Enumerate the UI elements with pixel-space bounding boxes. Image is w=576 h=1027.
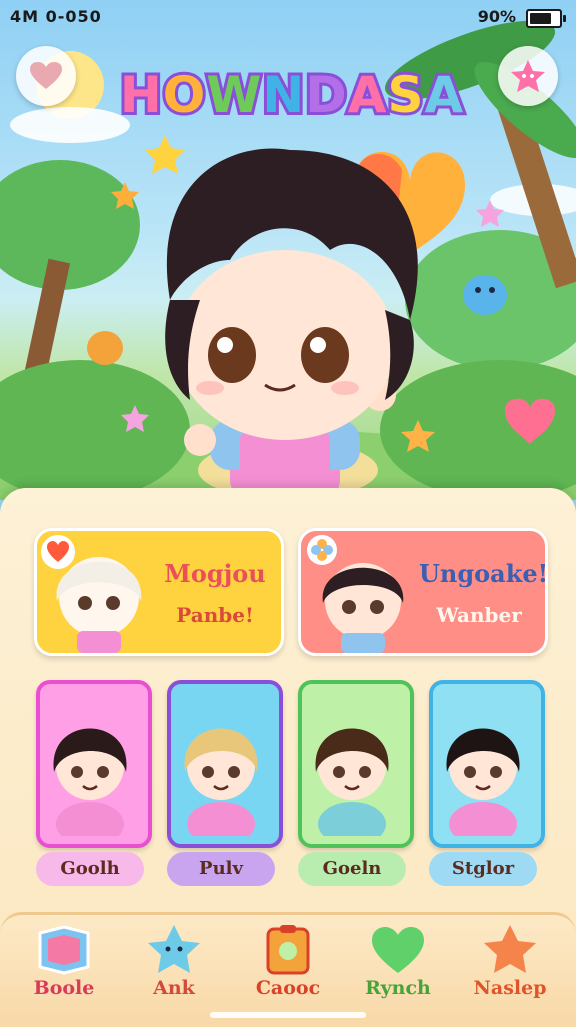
star-mascot-icon <box>511 60 545 92</box>
nav-item-3[interactable]: Caooc <box>238 915 338 1015</box>
character-card[interactable] <box>429 680 545 848</box>
featured-subtitle-2: Wanber <box>436 603 522 627</box>
nav-label-4: Rynch <box>365 977 431 999</box>
character-card[interactable] <box>298 680 414 848</box>
character-name-pill[interactable]: Pulv <box>167 852 275 886</box>
featured-badge-1 <box>41 535 75 569</box>
status-bar: 4M 0-050 90% <box>0 0 576 34</box>
heart-icon <box>372 927 424 973</box>
status-time: 4M 0-050 <box>10 7 102 26</box>
home-indicator[interactable] <box>210 1012 366 1018</box>
character-name-pill[interactable]: Stglor <box>429 852 537 886</box>
heart-icon <box>30 62 62 89</box>
character-portrait <box>184 728 258 844</box>
tree-left <box>0 160 140 290</box>
blue-creature <box>463 275 507 315</box>
nav-label-3: Caooc <box>255 977 321 999</box>
character-portrait <box>53 728 127 844</box>
nav-item-1[interactable]: Boole <box>14 915 114 1015</box>
battery-icon <box>526 9 566 28</box>
orange-creature <box>87 331 123 365</box>
featured-title-1: Mogjou <box>164 559 266 588</box>
game-title: HOWNDASA <box>112 58 472 128</box>
featured-card-1[interactable]: Mogjou Panbe! <box>34 528 284 656</box>
battery-fill <box>530 13 551 24</box>
featured-subtitle-1: Panbe! <box>176 603 254 627</box>
character-name-pill[interactable]: Goolh <box>36 852 144 886</box>
nav-label-5: Naslep <box>473 977 547 999</box>
battery-percent: 90% <box>477 7 516 26</box>
nav-item-4[interactable]: Rynch <box>348 915 448 1015</box>
flower-icon <box>311 539 333 561</box>
character-card[interactable] <box>167 680 283 848</box>
nav-item-5[interactable]: Naslep <box>460 915 560 1015</box>
character-portrait <box>446 728 520 844</box>
game-scene: 4M 0-050 90% HOWNDASA <box>0 0 576 500</box>
featured-badge-2 <box>307 535 337 565</box>
bottom-nav: Boole Ank Caooc Rynch Naslep <box>0 912 576 1027</box>
featured-title-2: Ungoake! <box>419 559 548 588</box>
nav-item-2[interactable]: Ank <box>124 915 224 1015</box>
character-portrait <box>315 728 389 844</box>
profile-button[interactable] <box>498 46 558 106</box>
star-icon <box>484 925 536 973</box>
clipboard-icon <box>266 925 310 975</box>
nav-label-1: Boole <box>33 977 95 999</box>
favorites-button[interactable] <box>16 46 76 106</box>
game-title-text: HOWNDASA <box>120 66 464 124</box>
book-icon <box>38 925 90 975</box>
character-card[interactable] <box>36 680 152 848</box>
star-icon <box>148 925 200 973</box>
featured-card-2[interactable]: Ungoake! Wanber <box>298 528 548 656</box>
character-name-pill[interactable]: Goeln <box>298 852 406 886</box>
nav-label-2: Ank <box>153 977 195 999</box>
heart-icon <box>47 541 69 562</box>
